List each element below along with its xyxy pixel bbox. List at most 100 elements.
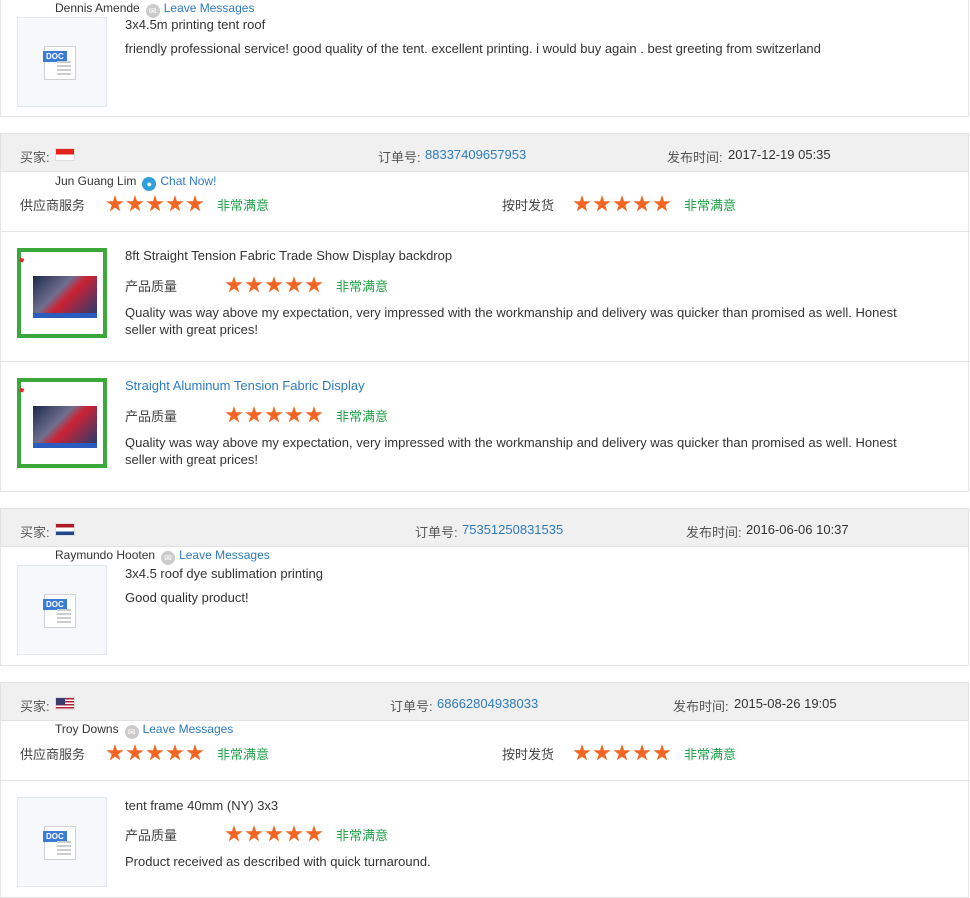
- netherlands-flag-icon: [55, 523, 75, 536]
- buyer-row: Dennis Amende ✉ Leave Messages: [55, 1, 254, 18]
- buyer-label: 买家:: [20, 150, 50, 165]
- posted-label: 发布时间:: [686, 525, 742, 540]
- star-icon: [633, 195, 651, 212]
- display-image: [33, 276, 97, 318]
- posted-label: 发布时间:: [673, 699, 729, 714]
- product-title-link[interactable]: Straight Aluminum Tension Fabric Display: [125, 378, 365, 393]
- star-icon: [285, 825, 303, 842]
- buyer-row: Jun Guang Lim ● Chat Now!: [55, 174, 216, 191]
- buyer-label: 买家:: [20, 525, 50, 540]
- doc-file-icon: DOC: [43, 46, 76, 80]
- star-icon: [573, 744, 591, 761]
- order-number-link[interactable]: 75351250831535: [462, 522, 563, 537]
- message-icon: ✉: [161, 551, 176, 565]
- star-icon: [225, 276, 243, 293]
- leave-messages-link[interactable]: Leave Messages: [164, 1, 255, 15]
- star-icon: [265, 276, 283, 293]
- star-icon: [126, 195, 144, 212]
- product-thumbnail[interactable]: DOC: [17, 565, 107, 655]
- star-icon: [245, 406, 263, 423]
- order-header: 买家: 订单号: 75351250831535 发布时间: 2016-06-06…: [0, 508, 969, 547]
- order-header: 买家: 订单号: 68662804938033 发布时间: 2015-08-26…: [0, 682, 969, 721]
- product-quality-label: 产品质量: [125, 409, 178, 424]
- product-quality-label: 产品质量: [125, 828, 178, 843]
- order-label: 订单号:: [415, 525, 458, 540]
- posted-date: 2016-06-06 10:37: [746, 522, 849, 537]
- star-icon: [305, 825, 323, 842]
- review-card: Jun Guang Lim ● Chat Now! 供应商服务 非常满意 按时发货 …: [0, 172, 970, 492]
- star-icon: [265, 825, 283, 842]
- product-thumbnail[interactable]: DOC: [17, 797, 107, 887]
- product-quality-label: 产品质量: [125, 279, 178, 294]
- star-icon: [186, 744, 204, 761]
- satisfaction-text: 非常满意: [336, 828, 389, 843]
- review-text: friendly professional service! good qual…: [125, 41, 821, 56]
- star-icon: [186, 195, 204, 212]
- buyer-row: Troy Downs ✉ Leave Messages: [55, 722, 233, 739]
- on-time-stars: [573, 195, 673, 213]
- leave-messages-link[interactable]: Leave Messages: [143, 722, 234, 736]
- star-icon: [265, 406, 283, 423]
- star-icon: [146, 195, 164, 212]
- order-label: 订单号:: [378, 150, 421, 165]
- star-icon: [225, 406, 243, 423]
- singapore-flag-icon: [55, 148, 75, 161]
- chat-icon: ●: [142, 177, 157, 191]
- product-title: 3x4.5 roof dye sublimation printing: [125, 566, 324, 581]
- chat-now-link[interactable]: Chat Now!: [160, 174, 216, 188]
- star-icon: [305, 406, 323, 423]
- on-time-stars: [573, 744, 673, 762]
- buyer-name: Dennis Amende: [55, 1, 140, 15]
- star-icon: [245, 276, 263, 293]
- satisfaction-text: 非常满意: [217, 747, 270, 762]
- satisfaction-text: 非常满意: [336, 409, 389, 424]
- star-icon: [146, 744, 164, 761]
- product-quality-stars: [225, 825, 325, 843]
- buyer-name: Jun Guang Lim: [55, 174, 137, 188]
- message-icon: ✉: [124, 725, 139, 739]
- star-icon: [593, 744, 611, 761]
- review-text: Quality was way above my expectation, ve…: [125, 305, 897, 337]
- satisfaction-text: 非常满意: [336, 279, 389, 294]
- posted-label: 发布时间:: [667, 150, 723, 165]
- star-icon: [305, 276, 323, 293]
- supplier-service-label: 供应商服务: [20, 747, 86, 762]
- review-card: Raymundo Hooten ✉ Leave Messages DOC 3x4.5…: [0, 547, 969, 666]
- leave-messages-link[interactable]: Leave Messages: [179, 548, 270, 562]
- star-icon: [225, 825, 243, 842]
- product-title: tent frame 40mm (NY) 3x3: [125, 798, 279, 813]
- product-thumbnail[interactable]: ◆: [17, 378, 107, 468]
- divider: [1, 780, 970, 781]
- star-icon: [285, 406, 303, 423]
- product-thumbnail[interactable]: ◆: [17, 248, 107, 338]
- buyer-label: 买家:: [20, 699, 50, 714]
- star-icon: [126, 744, 144, 761]
- order-number-link[interactable]: 68662804938033: [437, 696, 538, 711]
- product-quality-stars: [225, 276, 325, 294]
- order-label: 订单号:: [390, 699, 433, 714]
- satisfaction-text: 非常满意: [217, 198, 270, 213]
- product-title: 3x4.5m printing tent roof: [125, 17, 266, 32]
- star-icon: [166, 195, 184, 212]
- ribbon-badge: ◆: [17, 386, 27, 395]
- star-icon: [653, 744, 671, 761]
- product-title: 8ft Straight Tension Fabric Trade Show D…: [125, 248, 453, 263]
- star-icon: [106, 744, 124, 761]
- star-icon: [613, 744, 631, 761]
- on-time-label: 按时发货: [502, 198, 555, 213]
- review-text: Product received as described with quick…: [125, 854, 431, 869]
- display-image: [33, 406, 97, 448]
- usa-flag-icon: [55, 697, 75, 710]
- product-thumbnail[interactable]: DOC: [17, 17, 107, 107]
- product-quality-stars: [225, 406, 325, 424]
- ribbon-badge: ◆: [17, 256, 27, 265]
- doc-file-icon: DOC: [43, 594, 76, 628]
- star-icon: [613, 195, 631, 212]
- divider: [1, 231, 970, 232]
- doc-file-icon: DOC: [43, 826, 76, 860]
- star-icon: [653, 195, 671, 212]
- star-icon: [633, 744, 651, 761]
- buyer-name: Raymundo Hooten: [55, 548, 156, 562]
- buyer-row: Raymundo Hooten ✉ Leave Messages: [55, 548, 270, 565]
- order-number-link[interactable]: 88337409657953: [425, 147, 526, 162]
